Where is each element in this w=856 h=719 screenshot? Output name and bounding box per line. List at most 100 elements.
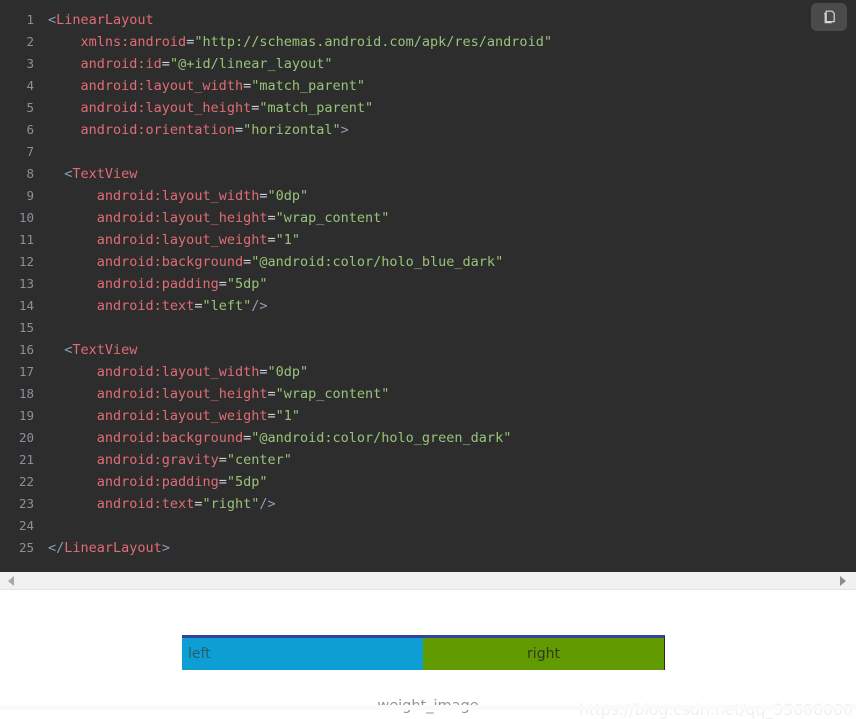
code-line: 5 android:layout_height="match_parent" bbox=[0, 97, 856, 119]
code-line: 8 <TextView bbox=[0, 163, 856, 185]
code-token: = bbox=[267, 232, 276, 248]
copy-code-button[interactable] bbox=[811, 3, 847, 31]
code-line-text: android:layout_weight="1" bbox=[48, 405, 856, 427]
code-token: "1" bbox=[275, 232, 300, 248]
code-line-text: android:gravity="center" bbox=[48, 449, 856, 471]
code-token: android:orientation bbox=[80, 122, 235, 138]
code-line-text: android:id="@+id/linear_layout" bbox=[48, 53, 856, 75]
code-line-text: android:layout_weight="1" bbox=[48, 229, 856, 251]
code-token: "match_parent" bbox=[251, 78, 366, 94]
code-line-text: android:text="right"/> bbox=[48, 493, 856, 515]
layout-preview-figure: left right weight_image https://blog.csd… bbox=[0, 590, 856, 719]
line-number: 25 bbox=[18, 540, 34, 555]
line-number: 2 bbox=[26, 34, 34, 49]
code-line: 2 xmlns:android="http://schemas.android.… bbox=[0, 31, 856, 53]
code-token: "wrap_content" bbox=[275, 210, 390, 226]
code-line-text: <LinearLayout bbox=[48, 9, 856, 31]
code-token: TextView bbox=[72, 342, 138, 358]
code-line: 12 android:background="@android:color/ho… bbox=[0, 251, 856, 273]
linear-layout-preview: left right bbox=[182, 635, 665, 670]
line-number: 1 bbox=[26, 12, 34, 27]
code-token: /> bbox=[259, 496, 276, 512]
code-line-text: android:padding="5dp" bbox=[48, 273, 856, 295]
code-line-text: android:layout_height="wrap_content" bbox=[48, 383, 856, 405]
code-line-text: android:text="left"/> bbox=[48, 295, 856, 317]
code-line-text: android:layout_width="0dp" bbox=[48, 361, 856, 383]
code-token: android:padding bbox=[96, 276, 219, 292]
code-line-text: android:layout_width="match_parent" bbox=[48, 75, 856, 97]
code-token: "1" bbox=[275, 408, 300, 424]
code-token: > bbox=[340, 122, 349, 138]
code-line: 16 <TextView bbox=[0, 339, 856, 361]
code-token: "http://schemas.android.com/apk/res/andr… bbox=[194, 34, 552, 50]
code-token: android:padding bbox=[96, 474, 219, 490]
code-token: "5dp" bbox=[226, 276, 268, 292]
code-line: 18 android:layout_height="wrap_content" bbox=[0, 383, 856, 405]
code-token: = bbox=[218, 452, 227, 468]
code-line: 23 android:text="right"/> bbox=[0, 493, 856, 515]
line-number: 19 bbox=[18, 408, 34, 423]
code-token: "@android:color/holo_blue_dark" bbox=[251, 254, 504, 270]
horizontal-scrollbar[interactable] bbox=[0, 572, 856, 590]
line-number: 5 bbox=[26, 100, 34, 115]
line-number: 16 bbox=[18, 342, 34, 357]
code-line: 9 android:layout_width="0dp" bbox=[0, 185, 856, 207]
code-token: > bbox=[161, 540, 170, 556]
code-token: android:layout_weight bbox=[96, 408, 268, 424]
code-line-text: android:background="@android:color/holo_… bbox=[48, 427, 856, 449]
code-line: 20 android:background="@android:color/ho… bbox=[0, 427, 856, 449]
code-line: 25 </LinearLayout> bbox=[0, 537, 856, 559]
code-line-text: android:layout_height="wrap_content" bbox=[48, 207, 856, 229]
line-number: 22 bbox=[18, 474, 34, 489]
line-number: 9 bbox=[26, 188, 34, 203]
code-line-text: xmlns:android="http://schemas.android.co… bbox=[48, 31, 856, 53]
code-token: android:layout_height bbox=[80, 100, 252, 116]
code-line: 7 bbox=[0, 141, 856, 163]
code-token: android:layout_height bbox=[96, 386, 268, 402]
code-lines-container: 1 <LinearLayout 2 xmlns:android="http://sc… bbox=[0, 9, 856, 559]
code-token: = bbox=[243, 254, 252, 270]
code-line: 3 android:id="@+id/linear_layout" bbox=[0, 53, 856, 75]
code-token: = bbox=[218, 474, 227, 490]
triangle-right-icon bbox=[840, 575, 846, 586]
preview-right-textview: right bbox=[423, 638, 664, 670]
line-number: 14 bbox=[18, 298, 34, 313]
scroll-right-arrow[interactable] bbox=[834, 572, 852, 589]
code-token: = bbox=[234, 122, 244, 138]
code-token: android:background bbox=[96, 430, 244, 446]
line-number: 7 bbox=[26, 144, 34, 159]
scroll-left-arrow[interactable] bbox=[2, 572, 20, 589]
page-bottom-strip bbox=[0, 705, 856, 710]
code-token: "0dp" bbox=[267, 188, 309, 204]
line-number: 13 bbox=[18, 276, 34, 291]
code-line-text: android:background="@android:color/holo_… bbox=[48, 251, 856, 273]
line-number: 20 bbox=[18, 430, 34, 445]
code-line: 21 android:gravity="center" bbox=[0, 449, 856, 471]
code-token: = bbox=[218, 276, 227, 292]
code-editor[interactable]: 1 <LinearLayout 2 xmlns:android="http://sc… bbox=[0, 0, 856, 572]
code-token: android:id bbox=[80, 56, 162, 72]
code-token: LinearLayout bbox=[64, 540, 162, 556]
line-number: 24 bbox=[18, 518, 34, 533]
code-token: = bbox=[267, 386, 276, 402]
code-line: 6 android:orientation="horizontal"> bbox=[0, 119, 856, 141]
line-number: 3 bbox=[26, 56, 34, 71]
code-token: android:background bbox=[96, 254, 244, 270]
code-token: = bbox=[161, 56, 170, 72]
line-number: 8 bbox=[26, 166, 34, 181]
code-token: android:layout_width bbox=[80, 78, 244, 94]
preview-left-textview: left bbox=[182, 638, 423, 670]
